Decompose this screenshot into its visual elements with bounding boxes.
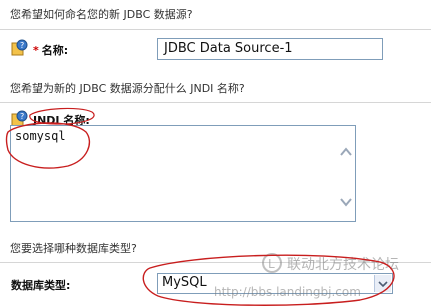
watermark-url: http://bbs.landingbj.com bbox=[214, 285, 361, 299]
watermark-text: 联动北方技术论坛 bbox=[287, 257, 399, 273]
scroll-up-icon[interactable] bbox=[339, 146, 353, 158]
jndi-question: 您希望为新的 JDBC 数据源分配什么 JNDI 名称? bbox=[10, 82, 245, 95]
name-label-text: 名称: bbox=[41, 44, 69, 57]
separator bbox=[0, 102, 431, 103]
name-question: 您希望如何命名您的新 JDBC 数据源? bbox=[10, 8, 193, 21]
jndi-textarea[interactable]: somysql bbox=[10, 125, 356, 222]
separator bbox=[0, 29, 431, 30]
name-label: * 名称: bbox=[33, 42, 68, 58]
required-mark: * bbox=[33, 44, 39, 57]
watermark-logo-icon: L bbox=[261, 252, 283, 274]
name-field[interactable]: JDBC Data Source-1 bbox=[157, 38, 383, 60]
chevron-down-icon bbox=[378, 281, 388, 288]
dbtype-question: 您要选择哪种数据库类型? bbox=[10, 242, 137, 255]
jndi-textarea-value: somysql bbox=[15, 129, 66, 143]
scroll-down-icon[interactable] bbox=[339, 196, 353, 208]
svg-text:L: L bbox=[268, 257, 275, 271]
dbtype-label: 数据库类型: bbox=[11, 279, 71, 292]
select-dropdown-button[interactable] bbox=[374, 275, 391, 292]
help-info-icon[interactable]: ? bbox=[11, 39, 29, 57]
name-field-value: JDBC Data Source-1 bbox=[164, 41, 293, 56]
svg-text:?: ? bbox=[20, 41, 24, 50]
textarea-scrollbar[interactable] bbox=[337, 126, 355, 221]
dbtype-select-value: MySQL bbox=[162, 275, 207, 290]
svg-text:?: ? bbox=[20, 112, 24, 121]
